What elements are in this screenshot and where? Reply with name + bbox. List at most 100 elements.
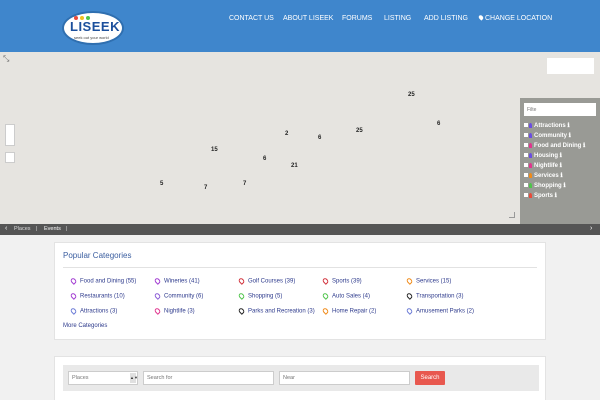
- category-link[interactable]: Auto Sales (4): [321, 292, 370, 300]
- street-view-control[interactable]: [5, 152, 15, 163]
- category-link[interactable]: Golf Courses (39): [237, 277, 295, 285]
- category-link[interactable]: Services (15): [405, 277, 451, 285]
- search-card: Places ▲▼ Search: [54, 356, 546, 400]
- map-pin-icon: [405, 307, 414, 315]
- zoom-control[interactable]: [5, 124, 15, 146]
- category-link[interactable]: Transportation (3): [405, 292, 463, 300]
- search-button[interactable]: Search: [415, 371, 445, 385]
- checkbox-icon: [524, 153, 528, 158]
- filter-input[interactable]: [524, 103, 596, 116]
- filter-item-sports[interactable]: Sports ℹ: [524, 192, 557, 199]
- separator: |: [36, 226, 38, 232]
- marker-icon: [529, 172, 532, 178]
- popular-categories-title: Popular Categories: [63, 251, 132, 260]
- marker-icon: [529, 142, 532, 148]
- marker-cluster[interactable]: 7: [204, 185, 207, 191]
- caret-icon: ▲▼: [130, 373, 138, 383]
- near-input[interactable]: [279, 371, 410, 385]
- marker-cluster[interactable]: 6: [318, 135, 321, 141]
- map-area[interactable]: ⤡ 25 6 2 6 25 15 6 21 5 7 7 Attractions …: [0, 52, 600, 224]
- nav-forums[interactable]: FORUMS: [342, 15, 372, 27]
- nav-add-listing[interactable]: ADD LISTING: [424, 15, 468, 27]
- map-pin-icon: [321, 292, 330, 300]
- category-link[interactable]: Wineries (41): [153, 277, 200, 285]
- map-pin-icon: [237, 292, 246, 300]
- map-pin-icon: [69, 292, 78, 300]
- map-pin-icon: [153, 307, 162, 315]
- map-pin-icon: [237, 307, 246, 315]
- nav-about-liseek[interactable]: ABOUT LISEEK: [283, 15, 333, 27]
- filter-item-housing[interactable]: Housing ℹ: [524, 152, 562, 159]
- map-pin-icon: [69, 277, 78, 285]
- map-pin-icon: [69, 307, 78, 315]
- filter-item-community[interactable]: Community ℹ: [524, 132, 571, 139]
- filter-item-shopping[interactable]: Shopping ℹ: [524, 182, 566, 189]
- map-pin-icon: [153, 292, 162, 300]
- marker-icon: [529, 162, 532, 168]
- location-pin-icon: [477, 14, 485, 21]
- marker-cluster[interactable]: 15: [211, 147, 218, 153]
- filter-item-attractions[interactable]: Attractions ℹ: [524, 122, 570, 129]
- tab-events[interactable]: Events: [44, 226, 61, 232]
- marker-cluster[interactable]: 5: [160, 181, 163, 187]
- chevron-right-icon[interactable]: ›: [590, 225, 592, 232]
- checkbox-icon: [524, 193, 528, 198]
- category-link[interactable]: Attractions (3): [69, 307, 117, 315]
- nav-listing[interactable]: LISTING: [384, 15, 411, 27]
- category-filter-panel: Attractions ℹ Community ℹ Food and Dinin…: [520, 98, 600, 224]
- more-categories-link[interactable]: More Categories: [63, 323, 107, 329]
- map-pin-icon: [237, 277, 246, 285]
- logo-brand: LISEEK: [70, 19, 120, 34]
- category-link[interactable]: Parks and Recreation (3): [237, 307, 315, 315]
- map-pin-icon: [153, 277, 162, 285]
- type-select[interactable]: Places ▲▼: [68, 371, 138, 385]
- category-link[interactable]: Sports (39): [321, 277, 362, 285]
- tab-places[interactable]: Places: [14, 226, 31, 232]
- checkbox-icon: [524, 183, 528, 188]
- checkbox-icon: [524, 163, 528, 168]
- map-pin-icon: [321, 307, 330, 315]
- marker-cluster[interactable]: 6: [437, 121, 440, 127]
- category-link[interactable]: Nightlife (3): [153, 307, 195, 315]
- checkbox-icon: [524, 173, 528, 178]
- category-link[interactable]: Food and Dining (55): [69, 277, 136, 285]
- nav-change-location-label: CHANGE LOCATION: [485, 15, 553, 22]
- type-select-value: Places: [72, 375, 89, 381]
- checkbox-icon: [524, 133, 528, 138]
- marker-icon: [529, 192, 532, 198]
- search-bar: Places ▲▼ Search: [63, 365, 539, 391]
- nav-contact-us[interactable]: CONTACT US: [229, 15, 274, 27]
- divider: [63, 267, 537, 268]
- filter-item-services[interactable]: Services ℹ: [524, 172, 563, 179]
- marker-cluster[interactable]: 6: [263, 156, 266, 162]
- nav-change-location[interactable]: CHANGE LOCATION: [477, 14, 553, 27]
- resize-handle[interactable]: [509, 212, 515, 218]
- checkbox-icon: [524, 123, 528, 128]
- map-type-control[interactable]: [547, 58, 594, 74]
- category-link[interactable]: Amusement Parks (2): [405, 307, 474, 315]
- marker-cluster[interactable]: 25: [356, 128, 363, 134]
- marker-cluster[interactable]: 25: [408, 92, 415, 98]
- map-pin-icon: [405, 292, 414, 300]
- marker-icon: [529, 122, 532, 128]
- map-bottom-bar: ‹ Places | Events | ›: [0, 224, 600, 235]
- category-link[interactable]: Shopping (5): [237, 292, 282, 300]
- marker-cluster[interactable]: 21: [291, 163, 298, 169]
- logo-tagline: seek out your world: [74, 35, 109, 40]
- marker-icon: [529, 182, 532, 188]
- chevron-left-icon[interactable]: ‹: [5, 225, 7, 232]
- search-for-input[interactable]: [143, 371, 274, 385]
- liseek-logo[interactable]: LISEEK seek out your world: [62, 11, 124, 45]
- checkbox-icon: [524, 143, 528, 148]
- marker-cluster[interactable]: 7: [243, 181, 246, 187]
- filter-item-food-and-dining[interactable]: Food and Dining ℹ: [524, 142, 585, 149]
- category-link[interactable]: Restaurants (10): [69, 292, 125, 300]
- fullscreen-icon[interactable]: ⤡: [3, 55, 11, 63]
- filter-item-nightlife[interactable]: Nightlife ℹ: [524, 162, 562, 169]
- marker-icon: [529, 152, 532, 158]
- map-pin-icon: [405, 277, 414, 285]
- category-link[interactable]: Home Repair (2): [321, 307, 376, 315]
- marker-icon: [529, 132, 532, 138]
- category-link[interactable]: Community (6): [153, 292, 203, 300]
- marker-cluster[interactable]: 2: [285, 131, 288, 137]
